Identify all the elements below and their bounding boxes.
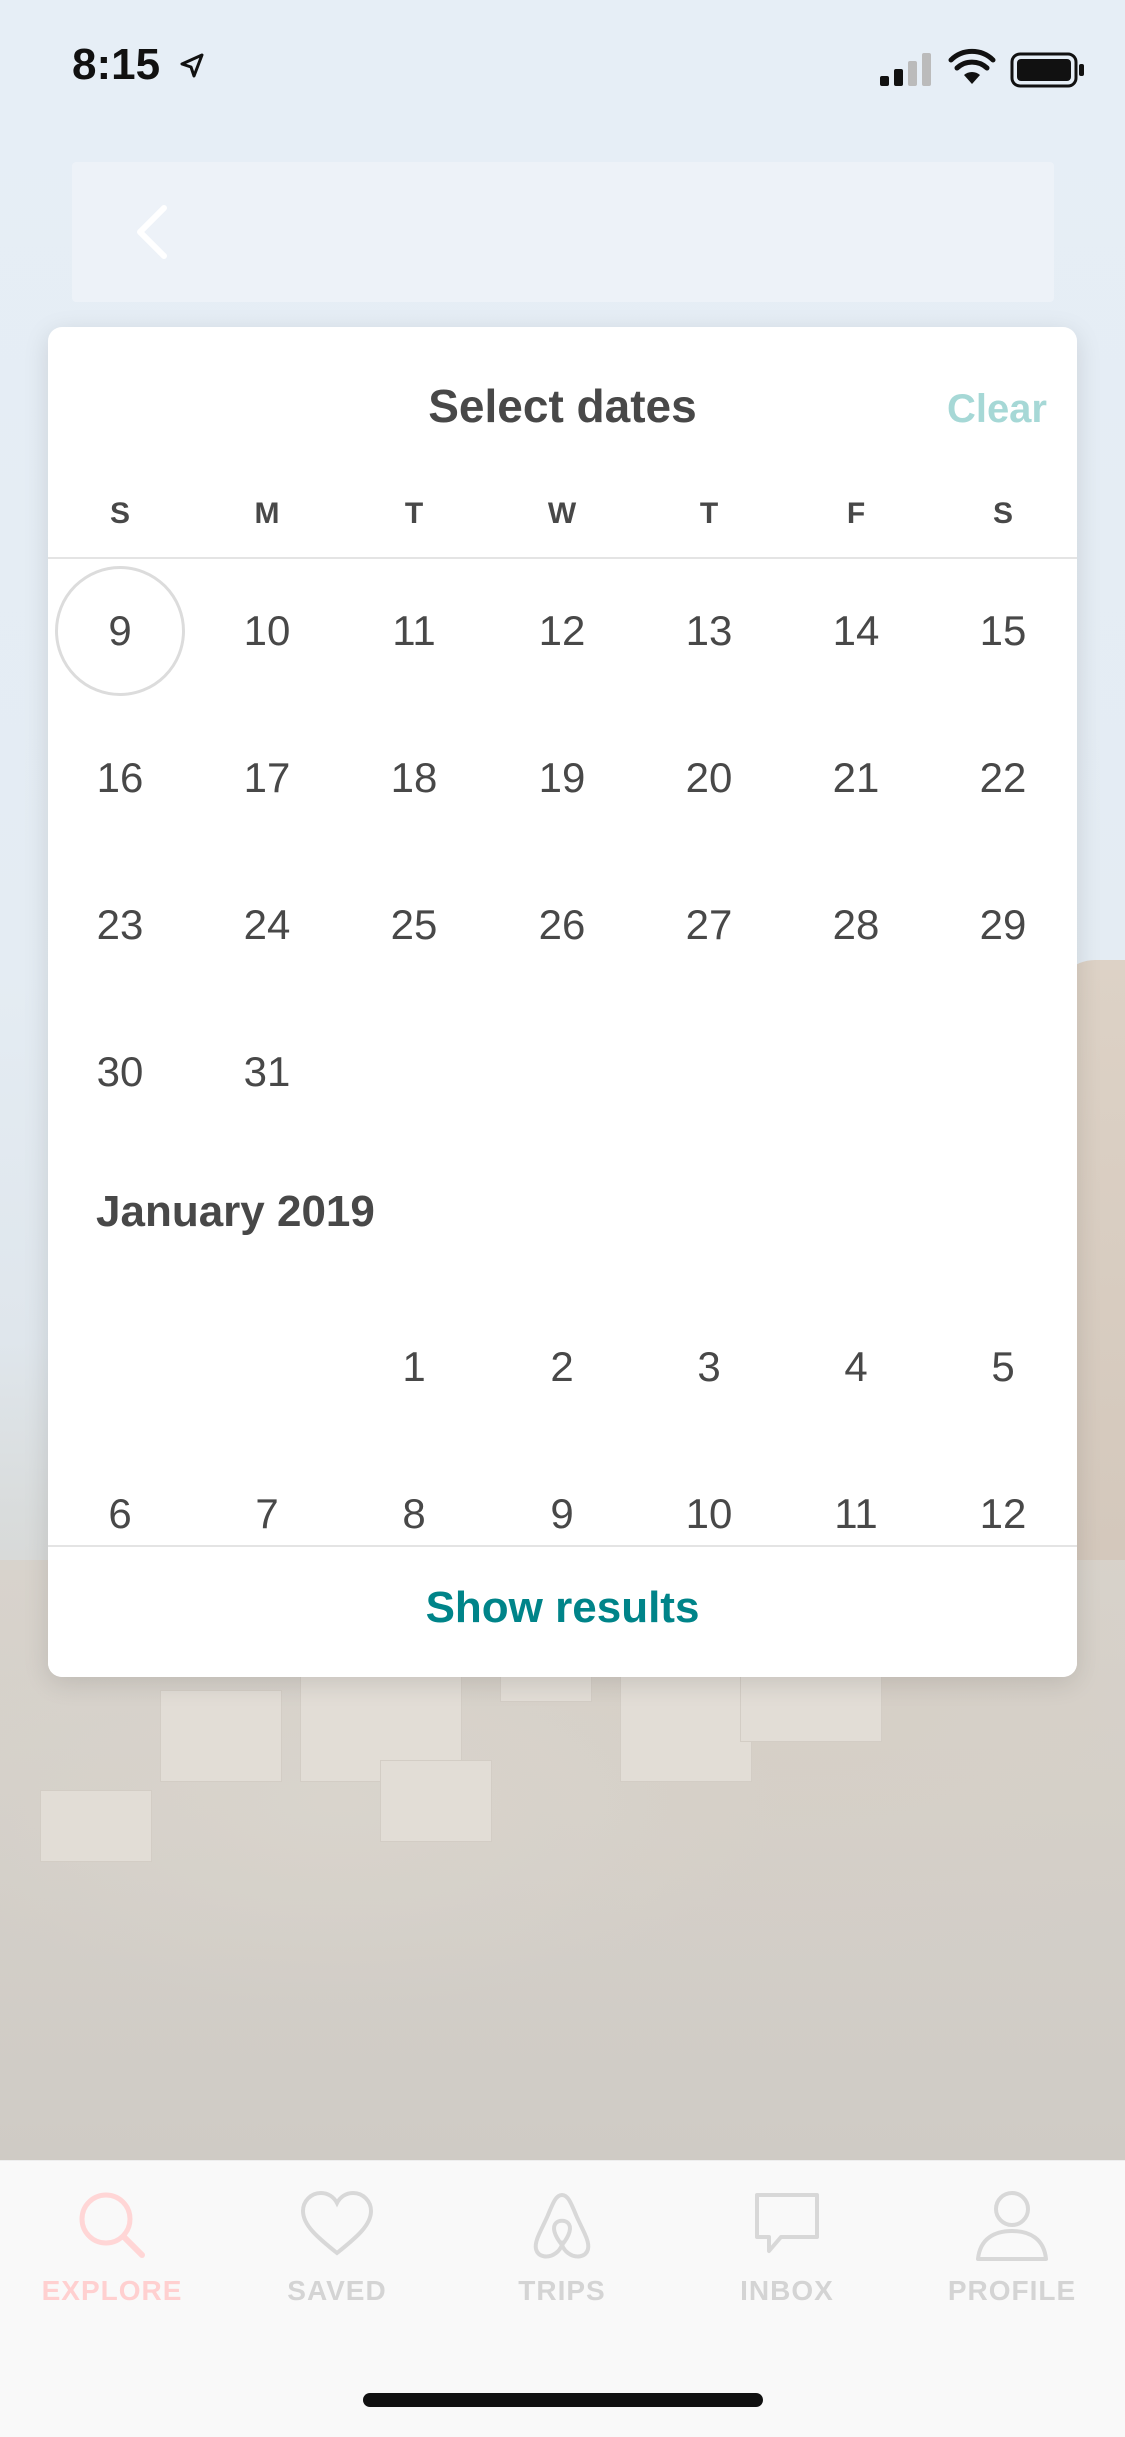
calendar-day[interactable]: 25 <box>349 860 479 990</box>
weekday-label: S <box>109 497 130 530</box>
tab-trips[interactable]: TRIPS <box>462 2185 662 2307</box>
calendar-day[interactable]: 12 <box>497 566 627 696</box>
show-results-button[interactable]: Show results <box>48 1583 1077 1633</box>
calendar-day[interactable]: 22 <box>938 713 1068 843</box>
house-shape <box>380 1760 492 1842</box>
calendar-day[interactable]: 19 <box>497 713 627 843</box>
weekday-label: F <box>846 497 866 530</box>
calendar-day[interactable]: 29 <box>938 860 1068 990</box>
calendar-day[interactable]: 5 <box>938 1302 1068 1432</box>
calendar-day[interactable]: 18 <box>349 713 479 843</box>
card-footer: Show results <box>48 1545 1077 1677</box>
calendar-day[interactable]: 10 <box>202 566 332 696</box>
tab-label: SAVED <box>287 2275 387 2306</box>
calendar-day[interactable]: 31 <box>202 1007 332 1137</box>
wifi-icon <box>948 48 996 91</box>
clear-button[interactable]: Clear <box>947 387 1047 432</box>
calendar-day[interactable]: 21 <box>791 713 921 843</box>
tab-label: PROFILE <box>947 2275 1077 2306</box>
calendar-day[interactable]: 26 <box>497 860 627 990</box>
calendar-day[interactable]: 24 <box>202 860 332 990</box>
date-picker-card: Select dates Clear S M T W T F S 9 10 11… <box>48 327 1077 1677</box>
calendar-day[interactable]: 15 <box>938 566 1068 696</box>
month-label: January 2019 <box>96 1187 375 1236</box>
chat-bubble-icon <box>687 2185 887 2265</box>
calendar-day[interactable]: 1 <box>349 1302 479 1432</box>
calendar-day[interactable]: 17 <box>202 713 332 843</box>
home-indicator <box>363 2393 763 2407</box>
calendar-day[interactable]: 11 <box>349 566 479 696</box>
calendar-day[interactable]: 16 <box>55 713 185 843</box>
heart-icon <box>237 2185 437 2265</box>
tab-explore[interactable]: EXPLORE <box>12 2185 212 2307</box>
weekday-label: W <box>547 497 577 530</box>
person-icon <box>912 2185 1112 2265</box>
tab-profile[interactable]: PROFILE <box>912 2185 1112 2307</box>
calendar-day[interactable]: 2 <box>497 1302 627 1432</box>
calendar-day[interactable]: 20 <box>644 713 774 843</box>
calendar-day[interactable]: 27 <box>644 860 774 990</box>
calendar-day[interactable]: 23 <box>55 860 185 990</box>
tab-inbox[interactable]: INBOX <box>687 2185 887 2307</box>
airbnb-logo-icon <box>462 2185 662 2265</box>
tab-label: INBOX <box>740 2275 834 2306</box>
calendar-grid: 9 10 11 12 13 14 15 16 17 18 19 20 21 22… <box>48 559 1077 1559</box>
battery-icon <box>1010 52 1086 93</box>
calendar-day-today[interactable]: 9 <box>55 566 185 696</box>
weekday-label: S <box>992 497 1013 530</box>
tab-saved[interactable]: SAVED <box>237 2185 437 2307</box>
status-time: 8:15 <box>72 40 161 89</box>
calendar-day[interactable]: 3 <box>644 1302 774 1432</box>
house-shape <box>620 1660 752 1782</box>
card-title: Select dates <box>428 380 697 432</box>
house-shape <box>160 1690 282 1782</box>
calendar-day[interactable]: 28 <box>791 860 921 990</box>
calendar-day[interactable]: 4 <box>791 1302 921 1432</box>
calendar-day[interactable]: 14 <box>791 566 921 696</box>
tab-label: TRIPS <box>518 2275 606 2306</box>
search-bar[interactable] <box>72 162 1054 302</box>
house-shape <box>40 1790 152 1862</box>
tab-label: EXPLORE <box>41 2275 183 2306</box>
cellular-signal-icon <box>880 52 934 91</box>
weekday-label: T <box>699 497 719 530</box>
status-bar: 8:15 <box>0 0 1125 130</box>
location-arrow-icon <box>178 52 206 85</box>
back-chevron-icon[interactable] <box>132 204 172 260</box>
calendar-day[interactable]: 13 <box>644 566 774 696</box>
weekday-label: M <box>254 497 280 530</box>
calendar-day[interactable]: 30 <box>55 1007 185 1137</box>
weekday-label: T <box>404 497 424 530</box>
weekday-header: S M T W T F S <box>48 497 1077 559</box>
search-icon <box>12 2185 212 2265</box>
